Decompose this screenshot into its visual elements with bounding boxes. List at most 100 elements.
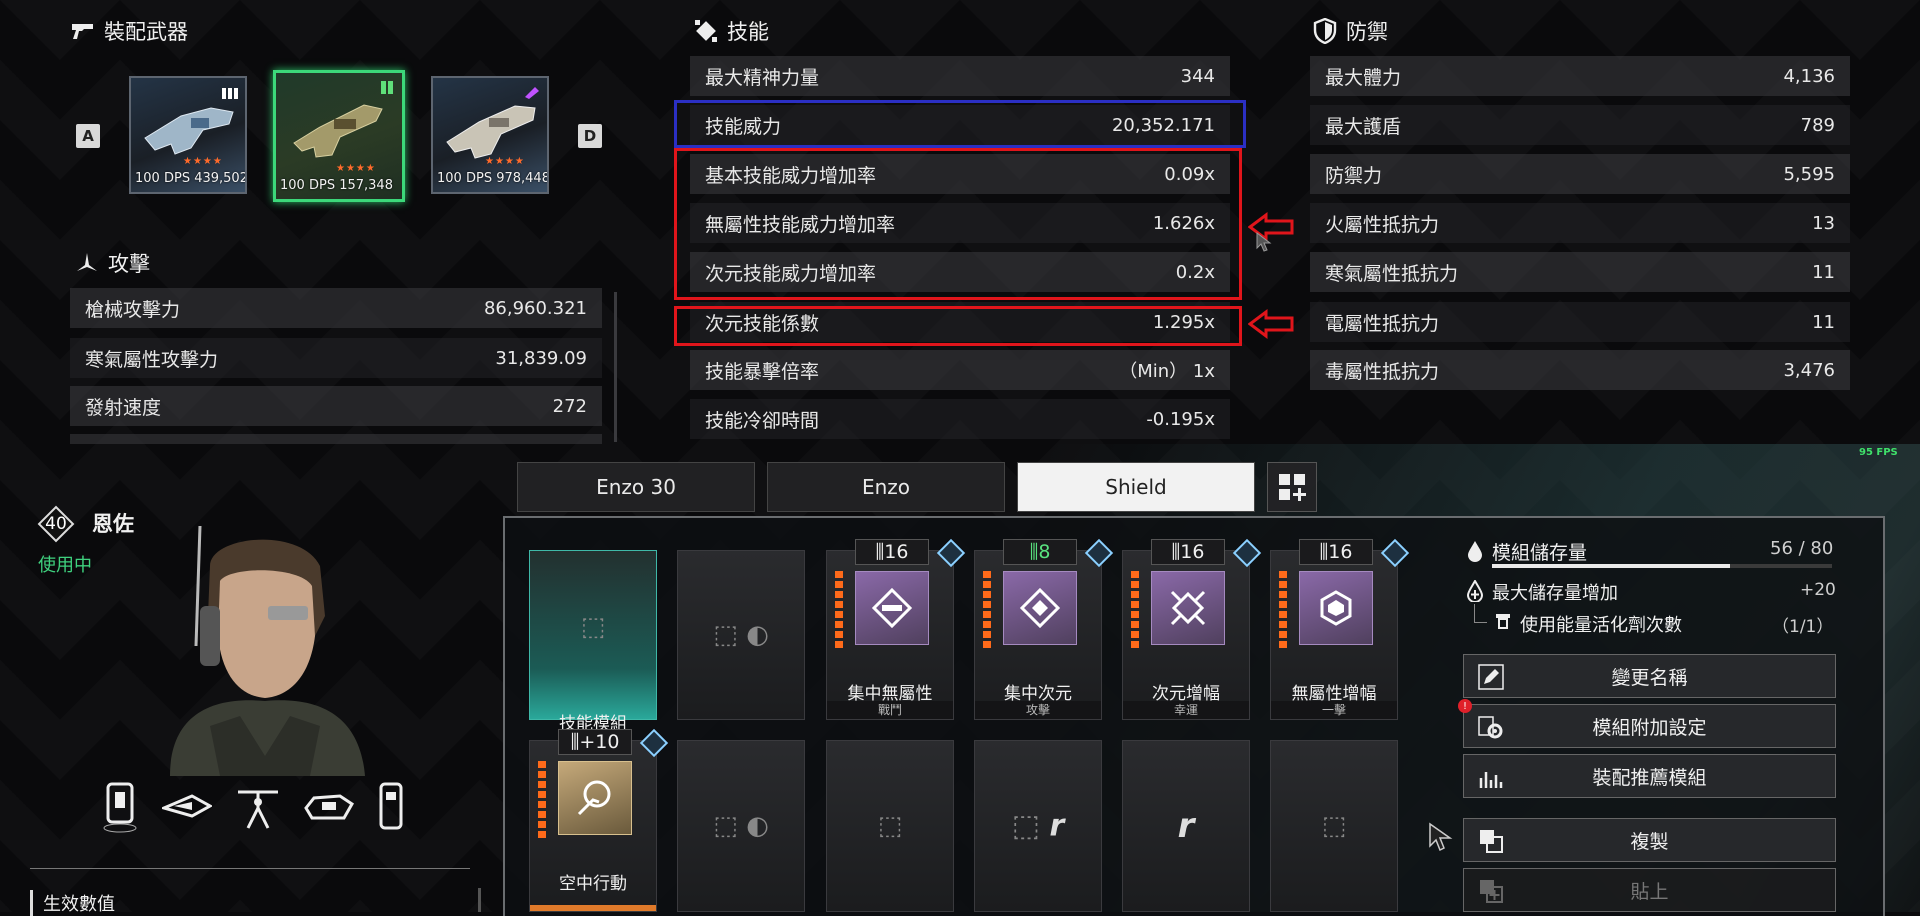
capacity-badge: ⫼ 16 [1299, 539, 1373, 565]
fps-counter: 95 FPS [1859, 447, 1898, 458]
attack-row: 發射速度 272 [70, 386, 602, 426]
key-hint-a[interactable]: A [76, 124, 100, 148]
module-card[interactable]: ⫼ +10 空中行動 [529, 728, 669, 912]
tab-shield[interactable]: Shield [1017, 462, 1255, 512]
module-card[interactable]: ⫼ 8 集中次元 攻擊 [974, 538, 1114, 720]
settings-gear-icon [1478, 716, 1503, 739]
module-level-bars [983, 571, 991, 651]
ammo-icon [222, 88, 238, 99]
green-ammo-icon [381, 81, 393, 94]
module-slot-empty[interactable]: ⬚ r [974, 740, 1102, 912]
recommend-modules-button[interactable]: 裝配推薦模組 [1463, 754, 1836, 798]
weapon-stars: ★★★★ [485, 156, 525, 167]
capacity-badge: ⫼ 16 [855, 539, 929, 565]
weapon-slot-3[interactable]: ★★★★ 100 DPS 978,448 [431, 76, 549, 194]
capacity-bar [1492, 564, 1832, 568]
module-level-bars [835, 571, 843, 651]
copy-icon [1480, 830, 1503, 853]
activator-icon [1496, 614, 1510, 629]
attack-row: 槍械攻擊力 86,960.321 [70, 288, 602, 328]
jet-icon[interactable] [162, 778, 212, 834]
focus-neutral-icon [872, 588, 912, 628]
module-slot-empty[interactable]: ⬚ [826, 740, 954, 912]
drop-plus-icon [1467, 580, 1483, 602]
alert-badge-icon: ! [1458, 699, 1472, 713]
module-level-bars [1279, 571, 1287, 651]
tab-enzo-30[interactable]: Enzo 30 [517, 462, 755, 512]
module-art [1299, 571, 1373, 645]
level-badge: 40 [36, 504, 76, 544]
rarity-strip [530, 905, 656, 911]
focus-dimension-icon [1020, 588, 1060, 628]
defense-row: 電屬性抵抗力 11 [1310, 302, 1850, 342]
defense-row: 最大護盾 789 [1310, 105, 1850, 145]
effective-values-scrollbar[interactable] [478, 888, 481, 912]
tab-enzo[interactable]: Enzo [767, 462, 1005, 512]
capacity-label: 模組儲存量 [1492, 542, 1588, 564]
weapon-slot-1[interactable]: ★★★★ 100 DPS 439,502 [129, 76, 247, 194]
module-slot-empty[interactable]: ⬚ [1270, 740, 1398, 912]
activator-label: 使用能量活化劑次數 [1520, 615, 1682, 636]
rename-button[interactable]: 變更名稱 [1463, 654, 1836, 698]
canister-icon[interactable] [376, 778, 406, 834]
tree-connector [1474, 604, 1487, 623]
skill-module-slot[interactable]: ⬚ 技能模組 [529, 550, 657, 734]
effective-values-title: 生效數值 [30, 890, 115, 916]
module-art [1151, 571, 1225, 645]
module-art [855, 571, 929, 645]
module-level-bars [538, 761, 546, 841]
module-slot-empty[interactable]: r [1122, 740, 1250, 912]
paste-button[interactable]: 貼上 [1463, 868, 1836, 912]
module-slot-empty[interactable]: ⬚ ◐ [677, 740, 805, 912]
empty-slot-icon: ⬚ [1321, 811, 1347, 841]
add-preset-button[interactable] [1267, 462, 1317, 512]
key-hint-d[interactable]: D [578, 124, 602, 148]
r-slot-icon: r [1177, 806, 1195, 846]
attack-title: 攻擊 [74, 248, 150, 278]
defense-row: 寒氣屬性抵抗力 11 [1310, 252, 1850, 292]
character-name: 恩佐 [92, 512, 134, 536]
copy-button[interactable]: 複製 [1463, 818, 1836, 862]
dimension-amp-icon [1170, 590, 1206, 626]
annotation-arrow-icon [1248, 309, 1294, 339]
annotation-red-box [674, 306, 1242, 346]
paste-icon [1480, 880, 1503, 903]
mouse-cursor-icon [1429, 822, 1453, 852]
defense-title: 防禦 [1312, 16, 1388, 46]
core-module-icon[interactable] [100, 778, 140, 834]
weapon-slot-2[interactable]: ★★★★ 100 DPS 157,348 [273, 70, 405, 202]
empty-slot-icon: ⬚ [877, 811, 903, 841]
weapon-dps: 100 DPS 157,348 [280, 178, 393, 193]
character-portrait [170, 526, 365, 776]
capacity-value: 56 / 80 [1770, 538, 1834, 559]
module-art [558, 761, 632, 835]
defense-row: 毒屬性抵抗力 3,476 [1310, 350, 1850, 390]
skill-icon [693, 18, 719, 44]
vehicle-icon[interactable] [304, 778, 354, 834]
capacity-badge: ⫼ 8 [1003, 539, 1077, 565]
attack-icon [74, 250, 100, 276]
capacity-badge: ⫼ 16 [1151, 539, 1225, 565]
divider [30, 868, 470, 869]
empty-slot-c-icon: ⬚ ◐ [713, 811, 769, 841]
skill-row: 最大精神力量 344 [690, 56, 1230, 96]
skill-row: 技能冷卻時間 -0.195x [690, 399, 1230, 439]
grid-plus-icon [1279, 474, 1306, 501]
pencil-icon [1478, 664, 1504, 690]
module-card[interactable]: ⫼ 16 集中無屬性 戰鬥 [826, 538, 966, 720]
module-card[interactable]: ⫼ 16 次元增幅 幸運 [1122, 538, 1262, 720]
attack-scrollbar[interactable] [614, 292, 617, 442]
module-extra-settings-button[interactable]: ! 模組附加設定 [1458, 699, 1836, 748]
max-capacity-increase-label: 最大儲存量增加 [1492, 583, 1618, 604]
module-slot-empty[interactable]: ⬚ ◐ [677, 550, 805, 720]
drone-icon[interactable] [234, 778, 282, 834]
skill-title: 技能 [693, 16, 769, 46]
annotation-red-box [674, 148, 1242, 300]
character-status: 使用中 [38, 555, 92, 576]
shield-icon [1312, 18, 1338, 44]
module-art [1003, 571, 1077, 645]
pistol-icon [70, 18, 96, 44]
defense-row: 火屬性抵抗力 13 [1310, 203, 1850, 243]
attack-row-partial [70, 434, 602, 444]
module-card[interactable]: ⫼ 16 無屬性增幅 一擊 [1270, 538, 1410, 720]
